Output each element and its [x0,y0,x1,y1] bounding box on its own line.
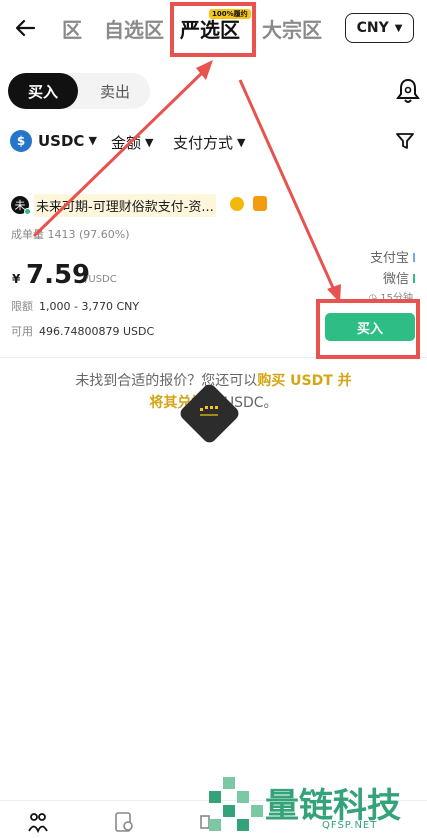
coin-filter[interactable]: USDC ▼ [38,132,97,150]
limit-value: 1,000 - 3,770 CNY [39,300,140,313]
available-label: 可用 [11,325,33,338]
amount-filter[interactable]: 金额 ▼ [111,132,153,153]
watermark-logo-icon [209,777,263,831]
caret-down-icon: ▼ [237,136,246,149]
bell-settings-icon[interactable] [395,77,421,105]
filter-bar: $ USDC ▼ 金额 ▼ 支付方式 ▼ [10,130,420,156]
buy-tab[interactable]: 买入 [8,73,78,109]
caret-down-icon: ▼ [145,136,154,149]
currency-select[interactable]: CNY ▼ [345,13,414,43]
hint-text: 未找到合适的报价？您还可以 [75,373,258,389]
payment-filter-label: 支付方式 [173,134,234,152]
buy-sell-toggle: 买入 卖出 [8,73,150,109]
sell-tab[interactable]: 卖出 [80,73,150,109]
currency-label: CNY [356,20,389,36]
back-arrow-icon[interactable] [12,14,40,42]
watermark-subtext: QFSP.NET [322,820,378,831]
order-stats: 成单量 1413 (97.60%) [11,226,130,242]
merchant-name[interactable]: 未来可期-可理财俗款支付-资... [34,194,216,217]
alipay-indicator [413,253,415,262]
price-unit: /USDC [85,274,117,285]
stats-label: 成单量 [11,228,44,241]
orders-icon[interactable] [113,811,135,833]
tab-partial[interactable]: 区 [62,14,82,43]
tab-favorites[interactable]: 自选区 [104,14,164,43]
tab-bulk[interactable]: 大宗区 [262,14,322,43]
coin-filter-label: USDC [38,132,85,150]
usdc-coin-icon: $ [10,130,32,152]
payment-method-label: 微信 [382,272,409,287]
limit-row: 限额 1,000 - 3,770 CNY [11,298,139,314]
p2p-people-icon[interactable] [27,811,49,833]
annotation-box-tab [170,2,256,57]
limit-label: 限额 [11,300,33,313]
available-value: 496.74800879 USDC [39,325,155,338]
payment-method-wechat: 微信 [383,268,415,287]
verified-badge-icon [230,197,244,211]
loading-dots-icon [200,406,218,416]
wechat-indicator [413,274,415,283]
caret-down-icon: ▼ [394,22,403,34]
caret-down-icon: ▼ [88,134,97,147]
buy-usdt-link[interactable]: 购买 USDT 并 [257,373,351,389]
payment-method-alipay: 支付宝 [370,247,415,266]
amount-filter-label: 金额 [111,134,142,152]
online-status-dot [24,208,31,215]
merchant-shield-icon [253,196,267,211]
stats-value: 1413 (97.60%) [47,228,130,241]
payment-filter[interactable]: 支付方式 ▼ [173,132,245,153]
payment-method-label: 支付宝 [369,251,409,266]
available-row: 可用 496.74800879 USDC [11,323,154,339]
currency-symbol: ¥ [12,272,21,286]
unit-price: 7.59 [26,260,91,290]
annotation-box-buy [316,299,420,359]
funnel-filter-icon[interactable] [396,132,414,150]
